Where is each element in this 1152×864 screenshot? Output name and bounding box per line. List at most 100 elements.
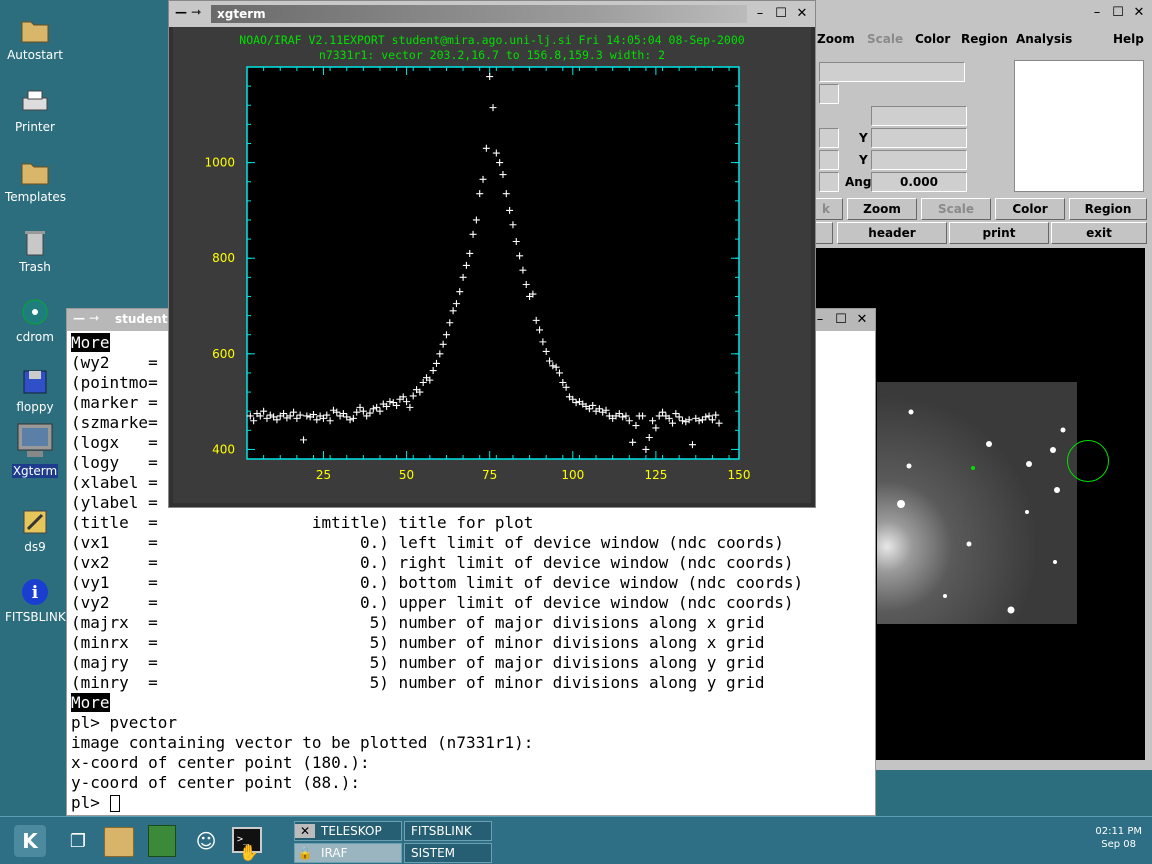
terminal-line: (minry = 5) number of minor divisions al… bbox=[71, 673, 871, 693]
ds9-filename-field bbox=[819, 62, 965, 82]
close-icon[interactable]: ✕ bbox=[1130, 3, 1148, 21]
desktop-icon-templates[interactable]: Templates bbox=[4, 156, 66, 204]
desktop-icon-trash[interactable]: Trash bbox=[4, 226, 66, 274]
desktop-icon-printer[interactable]: Printer bbox=[4, 86, 66, 134]
terminal-line-text: (minry = 5) number of minor divisions al… bbox=[71, 673, 765, 692]
desktop-icon-label: Xgterm bbox=[11, 464, 59, 478]
terminal-line-text: (logx = bbox=[71, 433, 158, 452]
ds9-menubar: Zoom Scale Color Region Analysis Help bbox=[809, 28, 1152, 52]
ds9-button-color[interactable]: Color bbox=[995, 198, 1065, 220]
close-icon[interactable]: ✕ bbox=[853, 310, 871, 328]
task-fitsblink[interactable]: FITSBLINK bbox=[404, 821, 492, 841]
desktop-icon-ds9[interactable]: ds9 bbox=[4, 506, 66, 554]
ds9-button-exit[interactable]: exit bbox=[1051, 222, 1147, 244]
task-fitsblink-label: FITSBLINK bbox=[411, 824, 472, 838]
xgterm-window: — ⇾ xgterm – ☐ ✕ NOAO/IRAF V2.11EXPORT s… bbox=[168, 0, 816, 508]
terminal-line-text: (marker = bbox=[71, 393, 158, 412]
maximize-icon[interactable]: ☐ bbox=[772, 4, 790, 22]
ds9-x-field-2 bbox=[819, 150, 839, 170]
minimize-icon[interactable]: – bbox=[751, 4, 769, 22]
ds9-angle-field: 0.000 bbox=[871, 172, 967, 192]
menu-color[interactable]: Color bbox=[915, 32, 950, 46]
maximize-icon[interactable]: ☐ bbox=[1109, 3, 1127, 21]
y-tick-label: 400 bbox=[212, 442, 235, 456]
window-menu-icon[interactable]: — ⇾ bbox=[175, 5, 201, 19]
x-tick-label: 125 bbox=[644, 468, 667, 482]
desktop-icon-fitsblink[interactable]: i FITSBLINK bbox=[4, 576, 66, 624]
desktop-icon-label: Autostart bbox=[7, 48, 63, 62]
task-sistem[interactable]: SISTEM bbox=[404, 843, 492, 863]
terminal-line-text: (title = imtitle) title for plot bbox=[71, 513, 534, 532]
ds9-button-region[interactable]: Region bbox=[1069, 198, 1147, 220]
task-iraf-label: IRAF bbox=[321, 846, 348, 860]
terminal-line: (vy2 = 0.) upper limit of device window … bbox=[71, 593, 871, 613]
terminal-line-text: (ylabel = bbox=[71, 493, 158, 512]
window-menu-icon[interactable]: — ⇾ bbox=[73, 311, 99, 325]
hand-icon[interactable]: ✋ bbox=[236, 843, 262, 862]
x-tick-label: 100 bbox=[561, 468, 584, 482]
desktop-icon-autostart[interactable]: Autostart bbox=[4, 14, 66, 62]
minimize-icon[interactable]: – bbox=[1088, 3, 1106, 21]
task-iraf[interactable]: 🔒 IRAF bbox=[294, 843, 402, 863]
y-tick-label: 600 bbox=[212, 347, 235, 361]
terminal-line-text: (szmarke= bbox=[71, 413, 158, 432]
window-list-icon[interactable]: ❐ bbox=[62, 825, 94, 857]
ds9-galaxy-image bbox=[877, 382, 1077, 624]
terminal-line-text: y-coord of center point (88.): bbox=[71, 773, 360, 792]
terminal-line: (majrx = 5) number of major divisions al… bbox=[71, 613, 871, 633]
xgterm-window-controls: – ☐ ✕ bbox=[751, 4, 811, 22]
clock[interactable]: 02:11 PM Sep 08 bbox=[1095, 825, 1142, 851]
ds9-angle-value: 0.000 bbox=[900, 175, 938, 189]
ds9-button-print[interactable]: print bbox=[949, 222, 1049, 244]
menu-region[interactable]: Region bbox=[961, 32, 1008, 46]
ds9-button-scale: Scale bbox=[921, 198, 991, 220]
ds9-region-circle[interactable] bbox=[1067, 440, 1109, 482]
ds9-y-label-1: Y bbox=[859, 131, 868, 145]
xgterm-title-strip: xgterm bbox=[211, 5, 747, 23]
ds9-y-label-2: Y bbox=[859, 153, 868, 167]
ds9-titlebar: – ☐ ✕ bbox=[809, 0, 1152, 24]
kde-start-button[interactable]: K bbox=[14, 825, 46, 857]
home-folder-icon[interactable] bbox=[104, 827, 134, 857]
terminal-line-text: pl> pvector bbox=[71, 713, 177, 732]
desktop-icon-xgterm[interactable]: Xgterm bbox=[4, 420, 66, 478]
menu-zoom[interactable]: Zoom bbox=[817, 32, 855, 46]
terminal-line: (vx2 = 0.) right limit of device window … bbox=[71, 553, 871, 573]
ds9-x-field-1 bbox=[819, 128, 839, 148]
x-tick-label: 25 bbox=[316, 468, 331, 482]
ds9-panner bbox=[1014, 60, 1144, 192]
folder-icon bbox=[19, 156, 51, 188]
close-x-icon: ✕ bbox=[295, 824, 315, 838]
terminal-line-text: (vy2 = 0.) upper limit of device window … bbox=[71, 593, 794, 612]
xgterm-title: xgterm bbox=[217, 7, 266, 21]
ds9-button-header[interactable]: header bbox=[837, 222, 947, 244]
task-teleskop[interactable]: ✕ TELESKOP bbox=[294, 821, 402, 841]
menu-help[interactable]: Help bbox=[1113, 32, 1144, 46]
terminal-line-text: (logy = bbox=[71, 453, 158, 472]
desktop-icon-floppy[interactable]: floppy bbox=[4, 366, 66, 414]
monitor-icon bbox=[14, 420, 56, 462]
menu-scale: Scale bbox=[867, 32, 904, 46]
x-tick-label: 50 bbox=[399, 468, 414, 482]
ds9-field-top-right bbox=[871, 106, 967, 126]
clock-date: Sep 08 bbox=[1101, 839, 1137, 850]
ds9-value-field bbox=[819, 84, 839, 104]
vector-plot[interactable]: 25 50 75 100 125 150 400 600 800 1000 bbox=[173, 27, 809, 501]
close-icon[interactable]: ✕ bbox=[793, 4, 811, 22]
desktop-icon-label: Printer bbox=[15, 120, 55, 134]
y-tick-label: 800 bbox=[212, 251, 235, 265]
ds9-button-zoom[interactable]: Zoom bbox=[847, 198, 917, 220]
desktop-icon-cdrom[interactable]: cdrom bbox=[4, 296, 66, 344]
terminal-line-text: image containing vector to be plotted (n… bbox=[71, 733, 534, 752]
terminal-line-text: (vx2 = 0.) right limit of device window … bbox=[71, 553, 794, 572]
desktop-icon-label: cdrom bbox=[16, 330, 54, 344]
cdrom-icon bbox=[19, 296, 51, 328]
floppy-icon bbox=[19, 366, 51, 398]
help-icon[interactable]: ☺ bbox=[190, 825, 222, 857]
terminal-line-text: (minrx = 5) number of minor divisions al… bbox=[71, 633, 765, 652]
ds9-y-field-2 bbox=[871, 150, 967, 170]
terminal-line-text: (wy2 = bbox=[71, 353, 158, 372]
menu-analysis[interactable]: Analysis bbox=[1016, 32, 1072, 46]
calculator-icon[interactable] bbox=[148, 825, 176, 857]
maximize-icon[interactable]: ☐ bbox=[832, 310, 850, 328]
